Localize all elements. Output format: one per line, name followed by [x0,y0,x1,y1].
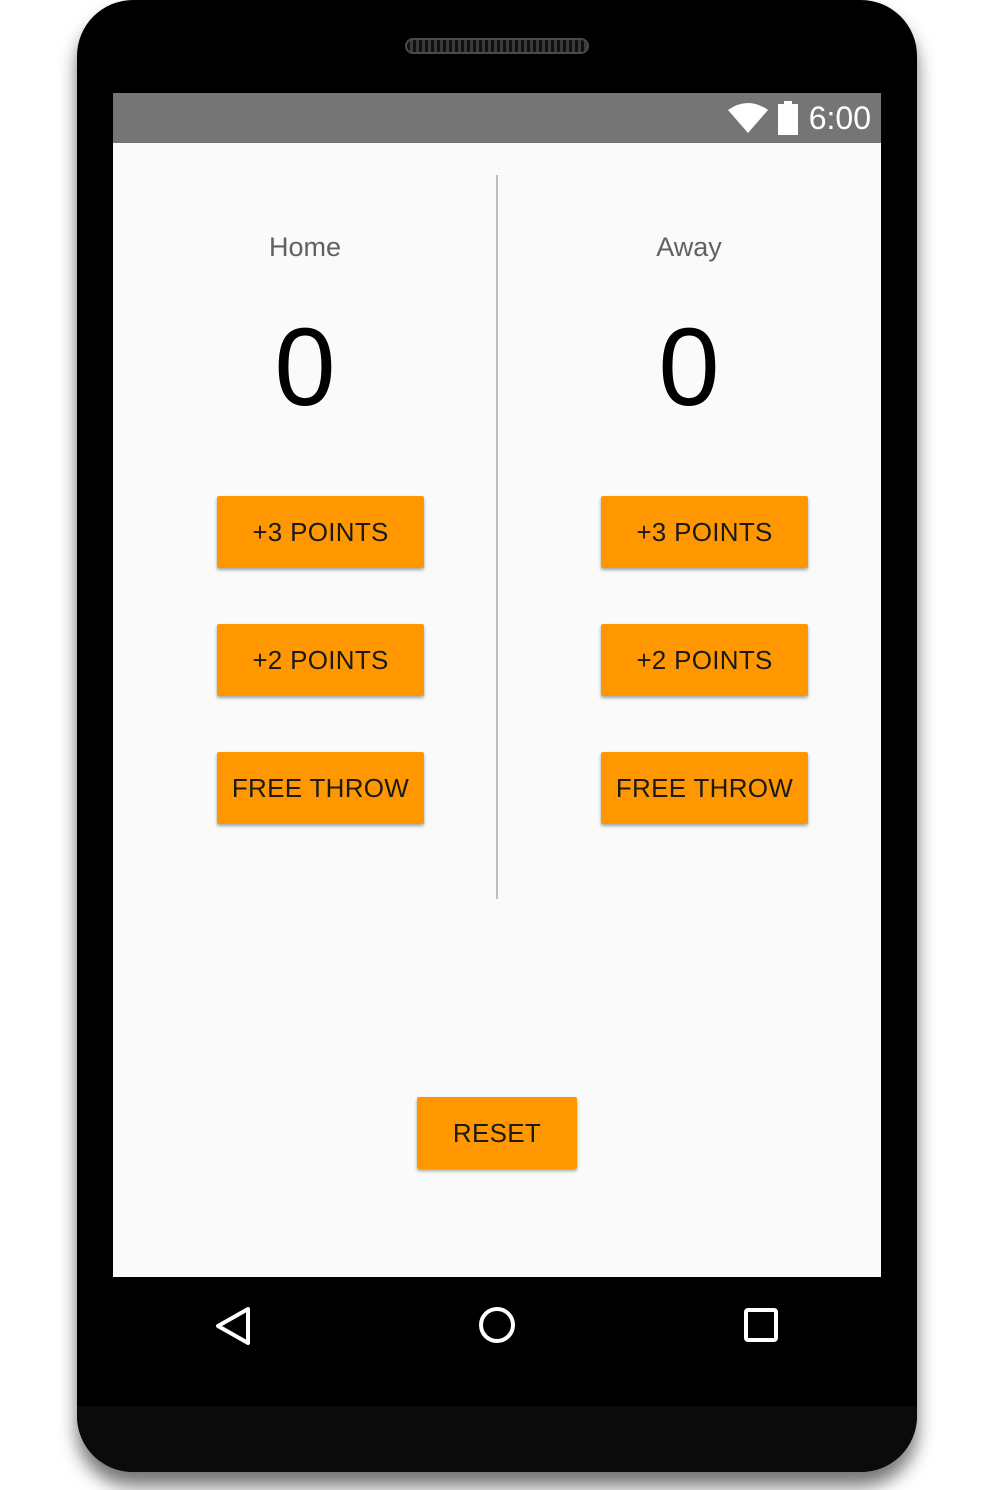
home-score: 0 [274,306,336,429]
away-team-column: Away 0 +3 POINTS +2 POINTS FREE THROW [497,143,881,903]
speaker-grille [405,38,589,54]
home-team-column: Home 0 +3 POINTS +2 POINTS FREE THROW [113,143,497,903]
away-free-throw-button[interactable]: FREE THROW [601,752,808,824]
home-free-throw-button[interactable]: FREE THROW [217,752,424,824]
away-plus-two-button[interactable]: +2 POINTS [601,624,808,696]
phone-frame: 6:00 Home 0 +3 POINTS +2 POINTS FREE THR… [77,0,917,1472]
reset-button[interactable]: RESET [417,1097,577,1169]
battery-icon [778,101,798,135]
away-team-label: Away [656,232,722,262]
home-plus-two-button[interactable]: +2 POINTS [217,624,424,696]
back-icon[interactable] [214,1305,254,1347]
away-score: 0 [658,306,720,429]
app-screen: 6:00 Home 0 +3 POINTS +2 POINTS FREE THR… [113,93,881,1277]
status-time: 6:00 [808,100,871,136]
phone-chin [77,1406,917,1472]
wifi-icon [728,103,768,133]
recents-icon[interactable] [743,1307,779,1343]
home-team-label: Home [268,232,342,262]
away-plus-three-button[interactable]: +3 POINTS [601,496,808,568]
home-icon[interactable] [477,1305,517,1345]
status-bar: 6:00 [113,93,881,143]
home-plus-three-button[interactable]: +3 POINTS [217,496,424,568]
